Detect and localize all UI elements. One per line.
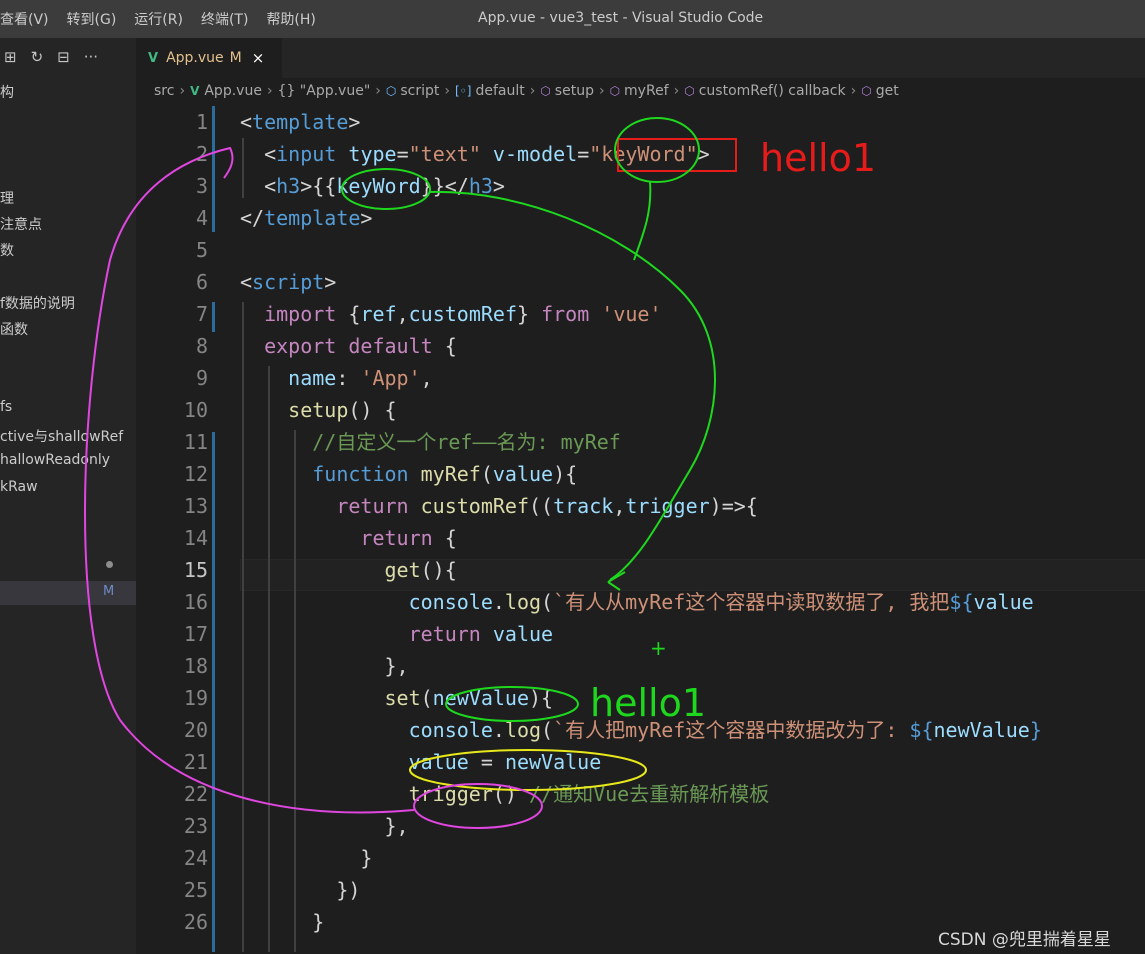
pink-circle-trigger (413, 783, 543, 829)
green-circle-keyword-h3 (341, 168, 431, 210)
yellow-circle-assignment (409, 749, 647, 791)
annotation-green-hello: hello1 (590, 681, 707, 725)
red-highlight-box (617, 138, 737, 172)
green-circle-newvalue (445, 686, 579, 722)
annotation-overlay (84, 117, 737, 829)
annotation-red-hello: hello1 (760, 136, 877, 180)
green-curve-to-get (429, 190, 716, 581)
plus-cursor-icon: + (650, 636, 667, 660)
watermark: CSDN @兜里揣着星星 (938, 930, 1111, 950)
pink-curve-trigger-to-template (84, 146, 415, 814)
green-arrow-down (633, 181, 652, 261)
green-circle-keyword-input (614, 117, 700, 183)
